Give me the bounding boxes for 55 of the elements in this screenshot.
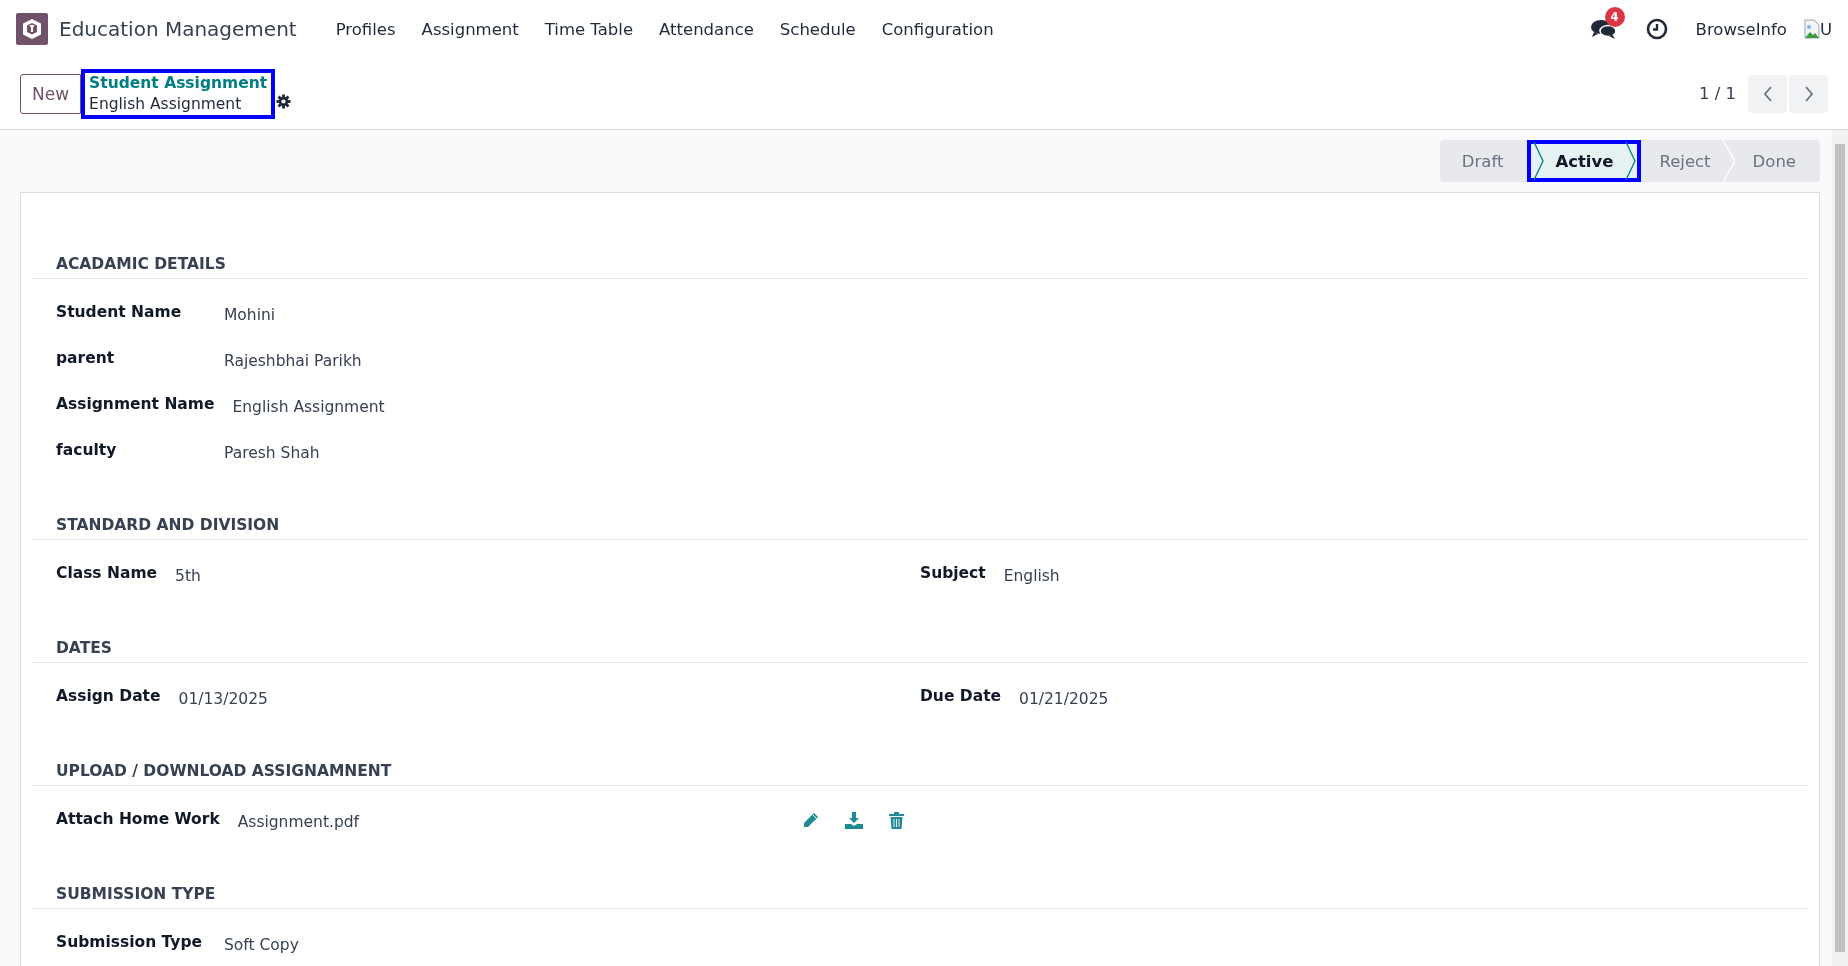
menu-item[interactable]: Configuration [868,19,1007,39]
app-name[interactable]: Education Management [59,17,297,41]
pager-counter[interactable]: 1 / 1 [1698,84,1736,103]
user-name[interactable]: BrowseInfo [1695,19,1787,39]
section-heading: STANDARD AND DIVISION [31,514,1809,540]
scrollbar[interactable] [1832,130,1848,966]
field-value: 5th [175,566,201,587]
user-avatar[interactable]: U [1803,19,1832,39]
clock-icon[interactable] [1645,18,1668,40]
stage-button[interactable]: Reject [1641,140,1735,182]
section-heading: SUBMISSION TYPE [31,883,1809,909]
field-label: Assignment Name [56,394,215,415]
stage-button[interactable]: Done [1734,140,1820,182]
file-name[interactable]: Assignment.pdf [237,808,802,833]
message-count-badge: 4 [1604,7,1625,27]
stage-button[interactable]: Active [1527,140,1642,182]
edit-pencil-icon[interactable] [801,812,819,829]
record-title: English Assignment [89,93,243,115]
field-label: faculty [56,440,118,461]
stage-button[interactable]: Draft [1439,140,1528,182]
field-value: Mohini [224,305,276,326]
field-label: Class Name [56,563,158,584]
settings-icon[interactable] [276,94,292,109]
section-heading: ACADAMIC DETAILS [31,253,1809,279]
menu-item[interactable]: Time Table [531,19,647,39]
field-label: Submission Type [56,932,204,953]
field-label: Student Name [56,302,183,323]
section-heading: DATES [31,637,1809,663]
section-heading: UPLOAD / DOWNLOAD ASSIGNAMNENT [31,760,1809,786]
field-value: 01/13/2025 [178,689,268,710]
menu-item[interactable]: Attendance [646,19,767,39]
field-value: 01/21/2025 [1019,689,1109,710]
menu-item[interactable]: Assignment [408,19,532,39]
field-label: Assign Date [56,686,161,707]
chevron-right-icon [1803,85,1814,102]
field-label: Due Date [920,686,1002,707]
field-value: Paresh Shah [224,443,320,464]
field-value: Rajeshbhai Parikh [224,351,362,372]
broken-image-icon [1803,19,1820,39]
field-value: English Assignment [232,397,385,418]
field-value: Soft Copy [224,935,299,956]
chevron-separator [1721,140,1736,182]
field-label: Subject [920,563,986,584]
chevron-separator [1531,140,1546,182]
field-label: Attach Home Work [56,809,220,830]
breadcrumb-link[interactable]: Student Assignment [89,72,268,94]
chevron-left-icon [1762,85,1773,102]
menu-item[interactable]: Profiles [322,19,409,39]
field-value: English [1003,566,1060,587]
app-logo-icon[interactable] [16,13,48,45]
trash-icon[interactable] [888,812,904,829]
new-button[interactable]: New [20,73,82,114]
download-icon[interactable] [844,812,863,829]
field-label: parent [56,348,116,369]
menu-item[interactable]: Schedule [766,19,869,39]
